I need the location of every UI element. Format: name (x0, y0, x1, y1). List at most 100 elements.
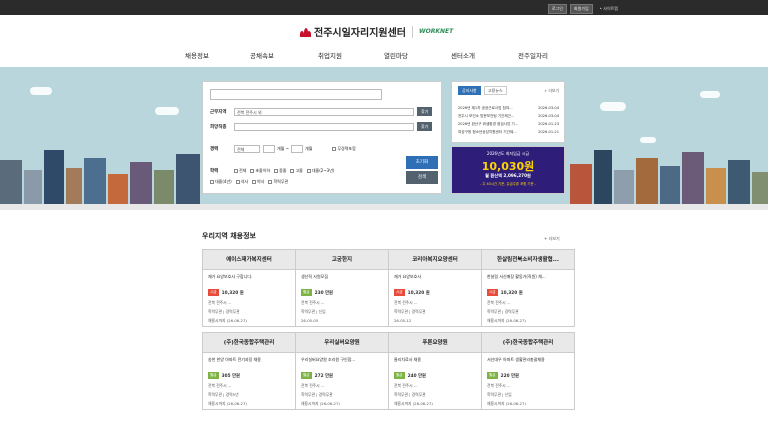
job-card[interactable]: 푸른요양원 물리치료사 채용 월급 240 만원 전북 전주시 ... 학력무관 | 경력… (388, 332, 482, 410)
pay-amount: 10,320 원 (407, 290, 430, 296)
job-title: 재가 요양보호사 (394, 274, 422, 279)
job-location: 전북 전주시 ... (301, 383, 325, 388)
career-select[interactable]: 전체 (234, 145, 260, 153)
job-deadline: 채용시까지 (26-06-27) (208, 318, 247, 323)
job-conditions: 학력무관 | 신입 (301, 309, 326, 314)
login-button[interactable]: 로그인 (547, 4, 567, 14)
tab-notice[interactable]: 공지사항 (458, 86, 481, 95)
pay-info: 시급 10,320 원 (487, 289, 523, 296)
job-title: 재가 요양보호사 구합니다. (208, 274, 253, 279)
pay-amount: 10,320 원 (221, 290, 244, 296)
company-name: 우리실버요양원 (296, 333, 388, 353)
company-name: (주)한국종합주택관리 (203, 333, 295, 353)
notice-item[interactable]: 2026년 완산구 위생환경 점검사업 기... 2026-01-23 (458, 122, 559, 127)
sitemap-link[interactable]: • 사이트맵 (600, 6, 618, 12)
nav-item-center-intro[interactable]: 센터소개 (451, 50, 475, 60)
nav-item-open-forum[interactable]: 열린마당 (384, 50, 408, 60)
edu-checkbox[interactable]: 대졸(4년) (210, 179, 232, 185)
job-title: 생산직 사원모집 (301, 274, 329, 279)
pay-info: 시급 10,320 원 (208, 289, 244, 296)
edu-checkbox[interactable]: 초졸이하 (250, 168, 270, 174)
job-location: 전북 전주시 ... (394, 383, 418, 388)
education-label: 학력 (210, 169, 219, 174)
edu-checkbox[interactable]: 석사 (235, 179, 248, 185)
site-logo[interactable]: 전주시일자리지원센터 WORKNET (300, 24, 453, 39)
no-career-checkbox[interactable]: 무경력포함 (332, 146, 356, 152)
wage-monthly: 월 환산액 2,096,270원 (485, 173, 531, 178)
notice-item[interactable]: 전주시 보건소 방문보건팀 기간제근... 2026-03-04 (458, 114, 559, 119)
edu-checkbox[interactable]: 고졸 (290, 168, 303, 174)
wage-year-text: 2026년도 최저임금 시급 (486, 151, 530, 156)
education-row: 학력 전체 초졸이하 중졸 고졸 대졸(2~3년) 대졸(4년) 석사 박사 학… (210, 168, 370, 185)
notice-item[interactable]: 여성구청 청소년상담지원센터 기간제... 2026-01-21 (458, 130, 559, 135)
edu-checkbox[interactable]: 대졸(2~3년) (306, 168, 334, 174)
job-type-row: 희망직종 찾기 (210, 122, 433, 131)
job-card[interactable]: 우리실버요양원 우리실버요양원 조리원 구인합... 월급 272 만원 전북 전주시 … (295, 332, 389, 410)
nav-item-recruit-news[interactable]: 공채속보 (250, 50, 274, 60)
worknet-logo[interactable]: WORKNET (419, 28, 453, 35)
career-min-input[interactable] (263, 145, 275, 153)
register-button[interactable]: 회원가입 (569, 4, 593, 14)
company-name: 한살림전북소비자생활협... (482, 250, 574, 270)
job-card[interactable]: 코리아복지요양센터 재가 요양보호사 시급 10,320 원 전북 전주시 ... 학력무… (388, 249, 482, 327)
notice-more-link[interactable]: + 더보기 (544, 88, 559, 94)
region-row: 근무지역 전북 전주시 외 찾기 (210, 107, 433, 116)
edu-checkbox[interactable]: 박사 (252, 179, 264, 185)
job-conditions: 학력무관 | 신입 (487, 392, 512, 397)
pay-type-badge: 월급 (487, 372, 498, 379)
job-deadline: 채용시까지 (26-06-27) (208, 401, 247, 406)
job-location: 전북 전주시 ... (487, 383, 511, 388)
city-emblem-icon (300, 26, 311, 37)
minimum-wage-banner[interactable]: 2026년도 최저임금 시급 10,030원 월 환산액 2,096,270원 … (451, 146, 565, 194)
section-title: 우리지역 채용정보 (202, 232, 256, 240)
job-conditions: 학력무관 | 경력무관 (394, 309, 426, 314)
region-find-button[interactable]: 찾기 (417, 107, 433, 116)
nav-item-job-info[interactable]: 채용정보 (185, 50, 209, 60)
job-title: 물리치료사 채용 (394, 357, 422, 362)
logo-divider (412, 25, 413, 38)
tab-employment-news[interactable]: 고용뉴스 (484, 86, 507, 95)
edu-checkbox[interactable]: 전체 (234, 168, 246, 174)
job-title: 서신대우 아파트 생활관리총괄채용 (487, 357, 545, 362)
reset-button[interactable]: 초기화 (406, 156, 438, 169)
pay-type-badge: 시급 (487, 289, 498, 296)
region-field[interactable]: 전북 전주시 외 (234, 107, 414, 116)
nav-item-job-support[interactable]: 취업지원 (318, 50, 342, 60)
job-conditions: 학력무관 | 경력무관 (301, 392, 333, 397)
nav-item-jeonju-jobs[interactable]: 전주일자리 (518, 50, 548, 60)
edu-checkbox[interactable]: 학력무관 (268, 179, 288, 185)
cloud-illustration (700, 91, 720, 98)
job-card[interactable]: 한살림전북소비자생활협... 한살림 서신매장 활동가(직원) 채... 시급 10,… (481, 249, 575, 327)
wage-hourly: 10,030원 (481, 160, 535, 173)
company-name: 푸른요양원 (389, 333, 481, 353)
job-card[interactable]: (주)한국종합주택관리 송천 한양 아파트 전기과장 채용 월급 305 만원 전북 전… (202, 332, 296, 410)
section-more-link[interactable]: + 더보기 (544, 236, 560, 242)
job-title: 한살림 서신매장 활동가(직원) 채... (487, 274, 546, 279)
notice-item[interactable]: 2026년 제1차 공공근로사업 참여... 2026-03-04 (458, 106, 559, 111)
pay-amount: 230 만원 (314, 290, 333, 296)
career-max-input[interactable] (290, 145, 303, 153)
job-conditions: 학력무관 | 경력무관 (394, 392, 426, 397)
pay-amount: 220 만원 (500, 373, 519, 379)
job-deadline: 26-05-12 (394, 318, 412, 323)
top-links: 로그인 회원가입 • 사이트맵 (547, 4, 618, 14)
cloud-illustration (155, 107, 179, 115)
edu-checkbox[interactable]: 중졸 (274, 168, 286, 174)
job-card[interactable]: 고궁한지 생산직 사원모집 월급 230 만원 전북 전주시 ... 학력무관 | 신입 2… (295, 249, 389, 327)
pay-type-badge: 시급 (208, 289, 219, 296)
job-title: 우리실버요양원 조리원 구인합... (301, 357, 356, 362)
job-card[interactable]: 에이스재가복지센터 재가 요양보호사 구합니다. 시급 10,320 원 전북 전주시 … (202, 249, 296, 327)
job-type-find-button[interactable]: 찾기 (417, 122, 433, 131)
search-button[interactable]: 검색 (406, 171, 438, 184)
keyword-search-input[interactable] (210, 89, 382, 100)
job-type-label: 희망직종 (210, 124, 227, 130)
job-title: 송천 한양 아파트 전기과장 채용 (208, 357, 261, 362)
job-type-field[interactable] (234, 122, 414, 131)
job-card[interactable]: (주)한국종합주택관리 서신대우 아파트 생활관리총괄채용 월급 220 만원 전북 전… (481, 332, 575, 410)
job-deadline: 채용시까지 (26-06-27) (487, 318, 526, 323)
pay-amount: 10,320 원 (500, 290, 523, 296)
cloud-illustration (600, 102, 626, 111)
job-location: 전북 전주시 ... (394, 300, 418, 305)
region-label: 근무지역 (210, 109, 227, 115)
pay-type-badge: 월급 (301, 289, 312, 296)
